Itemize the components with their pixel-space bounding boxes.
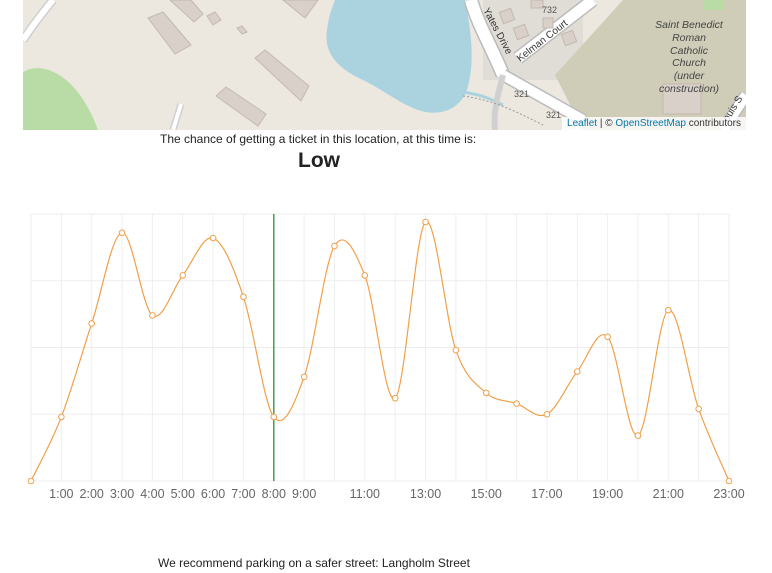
house-number: 321: [546, 110, 561, 120]
data-point: [543, 410, 551, 418]
data-point: [331, 242, 338, 250]
risk-level: Low: [298, 149, 340, 172]
data-point: [27, 477, 35, 485]
leaflet-link[interactable]: Leaflet: [567, 118, 597, 129]
x-axis-ticks: 1:00 2:00 3:00 4:00 5:00 6:00 7:00 8:00 9:00 11:0…: [49, 487, 745, 501]
x-tick-label: 1:00: [49, 487, 73, 501]
data-point: [452, 346, 460, 354]
map-attribution: Leaflet | © OpenStreetMap contributors: [562, 117, 746, 130]
attribution-contributors: contributors: [685, 118, 741, 129]
church-label-line: construction): [658, 82, 720, 95]
data-point: [482, 389, 490, 397]
data-point: [179, 272, 187, 279]
x-tick-label: 5:00: [171, 487, 195, 501]
x-tick-label: 3:00: [110, 487, 134, 501]
x-tick-label: 7:00: [231, 487, 255, 501]
data-point: [422, 218, 429, 226]
church-label-line: Saint Benedict: [655, 19, 723, 31]
data-point: [118, 229, 126, 236]
data-point: [300, 373, 308, 381]
data-point: [695, 405, 702, 413]
x-tick-label: 15:00: [471, 487, 502, 501]
data-point: [604, 333, 611, 341]
data-point: [209, 234, 217, 242]
church-label-line: (under: [673, 70, 705, 83]
x-tick-label: 4:00: [140, 487, 164, 501]
x-tick-label: 19:00: [592, 487, 623, 501]
data-point: [634, 432, 642, 439]
church-label-line: Roman: [672, 31, 706, 44]
data-point: [270, 413, 278, 421]
x-tick-label: 9:00: [292, 487, 316, 501]
x-tick-label: 17:00: [531, 487, 562, 501]
data-point: [88, 320, 95, 327]
house-number: 732: [542, 5, 557, 15]
attribution-separator: | ©: [597, 118, 616, 129]
recommendation-text: We recommend parking on a safer street: …: [158, 556, 470, 570]
x-tick-label: 23:00: [713, 487, 744, 501]
x-tick-label: 13:00: [410, 487, 441, 501]
map[interactable]: Yates Drive Kelman Court 732 321 321 oui…: [23, 0, 746, 130]
x-tick-label: 21:00: [653, 487, 684, 501]
church-label: Saint Benedict Roman Catholic Church (un…: [629, 19, 746, 96]
data-point: [391, 394, 399, 402]
x-tick-label: 11:00: [350, 487, 380, 501]
data-point: [149, 312, 156, 319]
church-label-line: Church: [672, 57, 706, 70]
series-line: [30, 221, 730, 482]
data-point: [573, 368, 581, 375]
x-tick-label: 6:00: [201, 487, 225, 501]
x-tick-label: 8:00: [262, 487, 286, 501]
chance-text: The chance of getting a ticket in this l…: [160, 132, 477, 146]
data-point: [725, 477, 733, 485]
data-point: [240, 293, 247, 301]
data-point: [361, 272, 369, 279]
data-point: [513, 400, 520, 407]
ticket-chance-chart: 1:00 2:00 3:00 4:00 5:00 6:00 7:00 8:00 9:00 11:0…: [27, 213, 745, 501]
x-tick-label: 2:00: [80, 487, 104, 501]
church-label-line: Catholic: [670, 44, 708, 57]
data-point: [665, 306, 672, 314]
data-point: [58, 413, 65, 421]
openstreetmap-link[interactable]: OpenStreetMap: [615, 118, 686, 129]
house-number: 321: [514, 89, 529, 99]
